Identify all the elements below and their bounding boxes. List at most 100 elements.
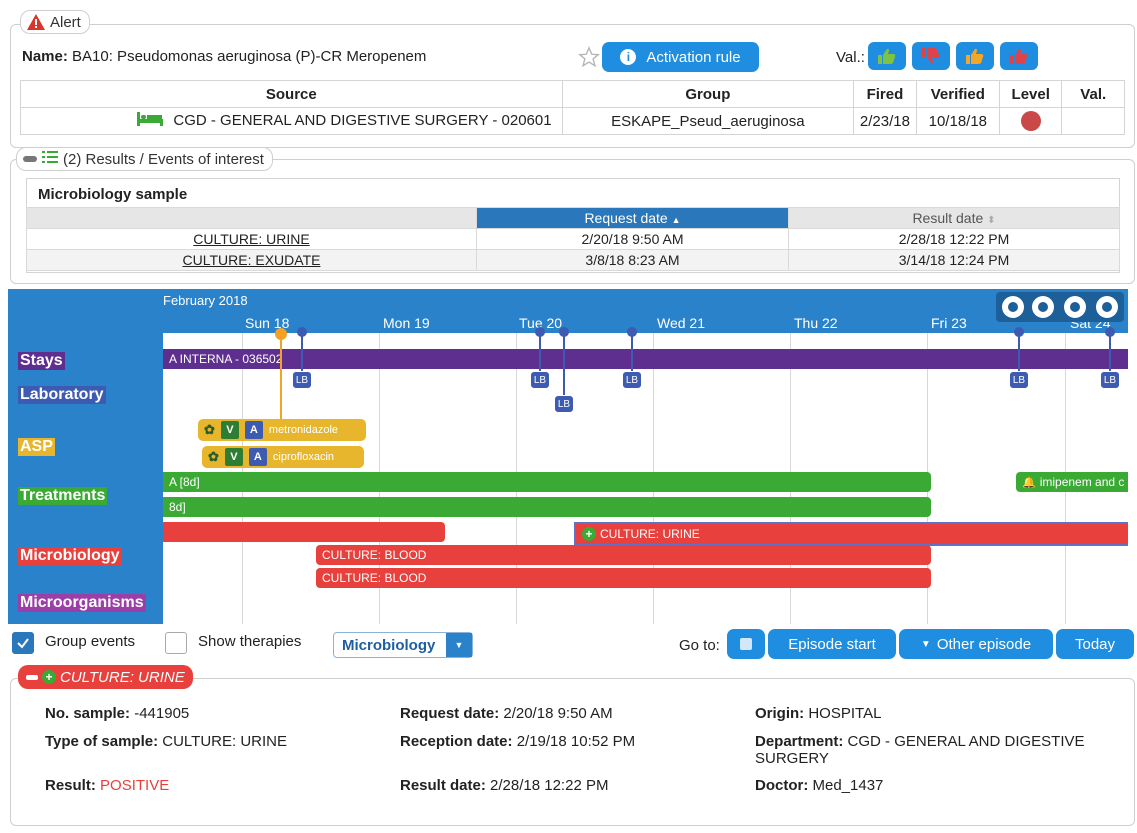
alert-name-label: Name:	[22, 48, 68, 65]
treatment-bar[interactable]: 8d]	[163, 497, 931, 517]
stay-bar-label: A INTERNA - 036502	[169, 352, 283, 366]
results-legend[interactable]: (2) Results / Events of interest	[16, 147, 273, 171]
origin-label: Origin:	[755, 705, 805, 722]
timeline[interactable]: February 2018 Sun 18 Mon 19 Tue 20 Wed 2…	[8, 289, 1128, 624]
val-thumbs-up-orange-button[interactable]	[956, 42, 994, 70]
alert-table: Source Group Fired Verified Level Val. C…	[20, 80, 1125, 135]
asp-drug-label: ciprofloxacin	[272, 451, 335, 463]
bell-icon: 🔔	[1022, 476, 1036, 489]
micro-row-name[interactable]: CULTURE: URINE	[26, 228, 477, 250]
sort-up-icon: ▲	[671, 215, 681, 225]
lab-pin-line	[1109, 333, 1111, 371]
micro-row-request: 2/20/18 9:50 AM	[476, 228, 789, 250]
doctor-value: Med_1437	[812, 777, 884, 794]
micro-col-request[interactable]: Request date ▲	[476, 207, 789, 229]
microbiology-bar[interactable]	[163, 522, 445, 542]
origin: Origin: HOSPITAL	[755, 705, 881, 722]
asp-item[interactable]: ✿ V A metronidazole	[198, 419, 366, 441]
warning-icon	[27, 14, 45, 30]
microbiology-bar[interactable]: CULTURE: BLOOD	[316, 545, 931, 565]
request-date-header: Request date	[584, 210, 668, 226]
timeline-header	[163, 289, 1128, 333]
sort-icon: ⬍	[987, 215, 996, 226]
lab-marker[interactable]: LB	[530, 371, 550, 389]
chevron-down-icon: ▼	[446, 633, 472, 657]
treatment-bar[interactable]: 🔔 imipenem and c	[1016, 472, 1128, 492]
stay-bar[interactable]: A INTERNA - 036502	[163, 349, 1128, 369]
goto-label: Go to:	[679, 637, 720, 654]
no-sample-label: No. sample:	[45, 705, 131, 722]
alert-legend-label: Alert	[50, 13, 81, 31]
pills-icon: ✿	[204, 422, 215, 437]
no-sample-value: -441905	[134, 705, 190, 722]
lab-marker[interactable]: LB	[1009, 371, 1029, 389]
day-label: Wed 21	[657, 315, 705, 331]
treatment-bar-label: imipenem and c	[1039, 475, 1125, 489]
collapse-icon[interactable]	[26, 674, 38, 680]
lab-marker[interactable]: LB	[1100, 371, 1120, 389]
treatment-bar-label: 8d]	[169, 500, 186, 514]
asp-v-badge: V	[224, 448, 243, 466]
move-right-icon[interactable]	[1096, 296, 1118, 318]
micro-row-result: 3/14/18 12:24 PM	[788, 249, 1120, 271]
other-episode-button[interactable]: ▼ Other episode	[899, 629, 1053, 659]
lab-marker[interactable]: LB	[292, 371, 312, 389]
thumbs-down-icon	[922, 48, 940, 64]
today-button[interactable]: Today	[1056, 629, 1134, 659]
sample-type-label: Type of sample:	[45, 733, 159, 750]
day-label: Fri 23	[931, 315, 967, 331]
micro-row-link[interactable]: CULTURE: EXUDATE	[183, 252, 321, 268]
val-label: Val.:	[836, 49, 865, 66]
val-thumbs-up-red-button[interactable]	[1000, 42, 1038, 70]
reception-date-value: 2/19/18 10:52 PM	[516, 733, 636, 750]
result-label: Result:	[45, 777, 96, 794]
microbiology-bar-selected[interactable]: + CULTURE: URINE	[574, 522, 1128, 546]
day-label: Thu 22	[794, 315, 838, 331]
val-thumbs-down-button[interactable]	[912, 42, 950, 70]
show-therapies-checkbox[interactable]	[165, 632, 187, 654]
col-fired: Fired	[853, 80, 917, 108]
add-circle-icon: +	[42, 670, 56, 684]
category-asp: ASP	[18, 438, 55, 456]
lab-marker[interactable]: LB	[622, 371, 642, 389]
collapse-icon[interactable]	[23, 156, 37, 162]
level-indicator	[1020, 111, 1041, 131]
sample-type-value: CULTURE: URINE	[162, 733, 287, 750]
doctor: Doctor: Med_1437	[755, 777, 883, 794]
microbiology-bar[interactable]: CULTURE: BLOOD	[316, 568, 931, 588]
list-icon	[42, 150, 58, 168]
alert-legend[interactable]: Alert	[20, 10, 90, 34]
lab-marker[interactable]: LB	[554, 395, 574, 413]
micro-col-result[interactable]: Result date ⬍	[788, 207, 1120, 229]
group-events-checkbox[interactable]	[12, 632, 34, 654]
zoom-out-icon[interactable]	[1002, 296, 1024, 318]
info-icon: i	[620, 49, 637, 65]
result-date-value: 2/28/18 12:22 PM	[490, 777, 609, 794]
episode-start-button[interactable]: Episode start	[768, 629, 896, 659]
request-date-label: Request date:	[400, 705, 500, 722]
group-events-label: Group events	[45, 633, 136, 650]
add-circle-icon: +	[582, 527, 596, 541]
reception-date: Reception date: 2/19/18 10:52 PM	[400, 733, 635, 750]
asp-a-badge: A	[244, 421, 263, 439]
micro-sample-title: Microbiology sample	[38, 186, 188, 203]
category-select[interactable]: Microbiology ▼	[333, 632, 473, 658]
asp-a-badge: A	[248, 448, 267, 466]
category-microbiology: Microbiology	[18, 547, 122, 565]
asp-item[interactable]: ✿ V A ciprofloxacin	[202, 446, 364, 468]
current-time-dot	[275, 328, 287, 340]
lab-pin-line	[539, 333, 541, 371]
treatment-bar[interactable]: A [8d]	[163, 472, 931, 492]
col-source: Source	[20, 80, 563, 108]
micro-row-name[interactable]: CULTURE: EXUDATE	[26, 249, 477, 271]
val-thumbs-up-button[interactable]	[868, 42, 906, 70]
zoom-in-icon[interactable]	[1032, 296, 1054, 318]
micro-row-link[interactable]: CULTURE: URINE	[193, 231, 309, 247]
activation-rule-button[interactable]: i Activation rule	[602, 42, 759, 72]
detail-legend[interactable]: + CULTURE: URINE	[18, 665, 193, 689]
calendar-button[interactable]	[727, 629, 765, 659]
star-icon[interactable]	[578, 46, 600, 68]
move-left-icon[interactable]	[1064, 296, 1086, 318]
result: Result: POSITIVE	[45, 777, 169, 794]
micro-col-name	[26, 207, 477, 229]
